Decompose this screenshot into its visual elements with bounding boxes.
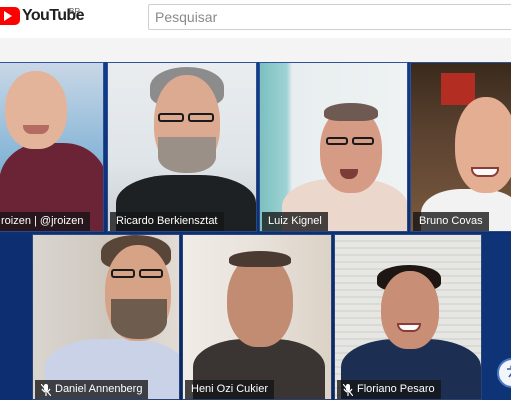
participant-tile[interactable]: roizen | @jroizen xyxy=(0,62,104,232)
participant-tile[interactable]: Luiz Kignel xyxy=(259,62,408,232)
participant-name-tag: roizen | @jroizen xyxy=(0,212,90,231)
participant-name: roizen | @jroizen xyxy=(1,215,84,227)
country-code: BR xyxy=(69,7,81,16)
youtube-play-icon xyxy=(0,7,20,25)
participant-tile[interactable]: Daniel Annenberg xyxy=(32,234,180,400)
search-input[interactable] xyxy=(148,4,511,30)
participant-name-tag: Bruno Covas xyxy=(413,212,489,231)
participant-tile[interactable]: Floriano Pesaro xyxy=(334,234,482,400)
video-player[interactable]: YouTube BR roizen | @jroizen xyxy=(0,0,511,400)
participant-name: Floriano Pesaro xyxy=(357,383,435,395)
participant-tile[interactable]: Heni Ozi Cukier xyxy=(182,234,332,400)
bookshelf-item xyxy=(441,73,475,105)
accessibility-icon xyxy=(505,364,511,383)
participant-name-tag: Floriano Pesaro xyxy=(337,380,441,399)
participant-name: Daniel Annenberg xyxy=(55,383,143,395)
stage-edge-left xyxy=(0,234,32,400)
participant-tile[interactable]: Ricardo Berkiensztat xyxy=(107,62,257,232)
participant-name-tag: Daniel Annenberg xyxy=(35,380,149,399)
participant-name: Bruno Covas xyxy=(419,215,483,227)
video-grid: roizen | @jroizen Ricardo Berkiensztat L… xyxy=(0,38,511,400)
participant-name-tag: Heni Ozi Cukier xyxy=(185,380,275,399)
mic-muted-icon xyxy=(343,383,353,396)
participant-name: Luiz Kignel xyxy=(268,215,322,227)
participant-name-tag: Ricardo Berkiensztat xyxy=(110,212,224,231)
participant-name-tag: Luiz Kignel xyxy=(262,212,328,231)
participant-name: Ricardo Berkiensztat xyxy=(116,215,218,227)
participant-name: Heni Ozi Cukier xyxy=(191,383,269,395)
participant-tile[interactable]: Bruno Covas xyxy=(410,62,511,232)
youtube-header: YouTube BR xyxy=(0,0,511,38)
mic-muted-icon xyxy=(41,383,51,396)
